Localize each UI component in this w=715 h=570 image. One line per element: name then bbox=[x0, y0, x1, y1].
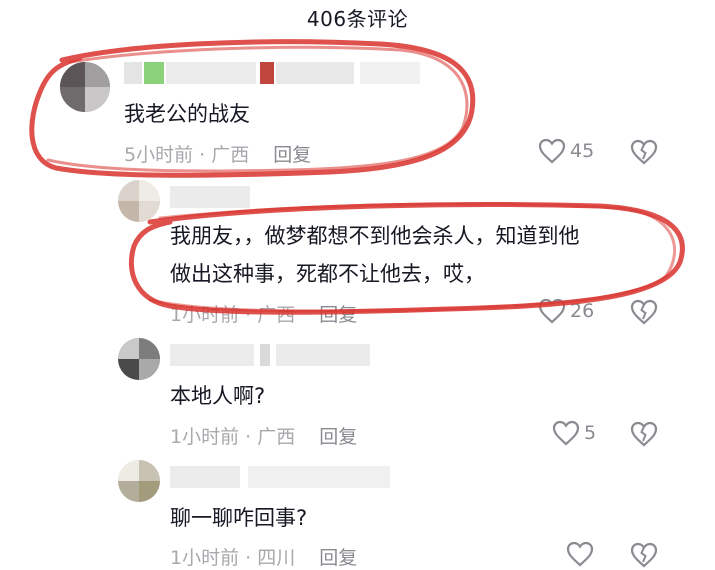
avatar[interactable] bbox=[118, 180, 160, 222]
reply-button[interactable]: 回复 bbox=[319, 547, 357, 569]
comment-time-location: 1小时前 · 四川 bbox=[170, 547, 296, 569]
like-button[interactable] bbox=[566, 541, 594, 567]
username-blurred[interactable] bbox=[170, 344, 370, 366]
comment-text: 本地人啊? bbox=[170, 384, 266, 408]
reply-button[interactable]: 回复 bbox=[273, 144, 311, 166]
comment-time-location: 1小时前 · 广西 bbox=[170, 304, 296, 326]
comment-meta: 1小时前 · 广西 回复 bbox=[170, 300, 357, 327]
comment-time-location: 1小时前 · 广西 bbox=[170, 426, 296, 448]
comment-meta: 5小时前 · 广西 回复 bbox=[124, 140, 311, 167]
username-blurred[interactable] bbox=[124, 62, 354, 84]
comment-time-location: 5小时前 · 广西 bbox=[124, 144, 250, 166]
dislike-icon[interactable] bbox=[630, 139, 658, 165]
avatar[interactable] bbox=[118, 460, 160, 502]
username-blurred[interactable] bbox=[170, 186, 250, 208]
heart-icon bbox=[552, 420, 580, 446]
avatar[interactable] bbox=[118, 338, 160, 380]
dislike-icon[interactable] bbox=[630, 299, 658, 325]
comment-text-line-2: 做出这种事，死都不让他去，哎， bbox=[170, 262, 485, 286]
reply-button[interactable]: 回复 bbox=[319, 304, 357, 326]
like-count: 5 bbox=[584, 422, 597, 444]
dislike-icon[interactable] bbox=[630, 542, 658, 568]
like-button[interactable]: 5 bbox=[552, 420, 596, 446]
reply-button[interactable]: 回复 bbox=[319, 426, 357, 448]
comment-text-line-1: 我朋友，，做梦都想不到他会杀人，知道到他 bbox=[170, 224, 580, 248]
comment-count-title: 406条评论 bbox=[306, 7, 409, 31]
like-count: 45 bbox=[570, 140, 595, 162]
username-blurred[interactable] bbox=[170, 466, 390, 488]
dislike-icon[interactable] bbox=[630, 421, 658, 447]
comment-meta: 1小时前 · 四川 回复 bbox=[170, 543, 357, 570]
comment-meta: 1小时前 · 广西 回复 bbox=[170, 422, 357, 449]
heart-icon bbox=[538, 138, 566, 164]
avatar[interactable] bbox=[60, 62, 110, 112]
username-blurred-tail bbox=[360, 62, 420, 84]
like-button[interactable]: 45 bbox=[538, 138, 594, 164]
like-count: 26 bbox=[570, 300, 595, 322]
comment-text: 我老公的战友 bbox=[124, 102, 250, 126]
like-button[interactable]: 26 bbox=[538, 298, 594, 324]
comment-text: 聊一聊咋回事? bbox=[170, 506, 308, 530]
heart-icon bbox=[538, 298, 566, 324]
heart-icon bbox=[566, 541, 594, 567]
